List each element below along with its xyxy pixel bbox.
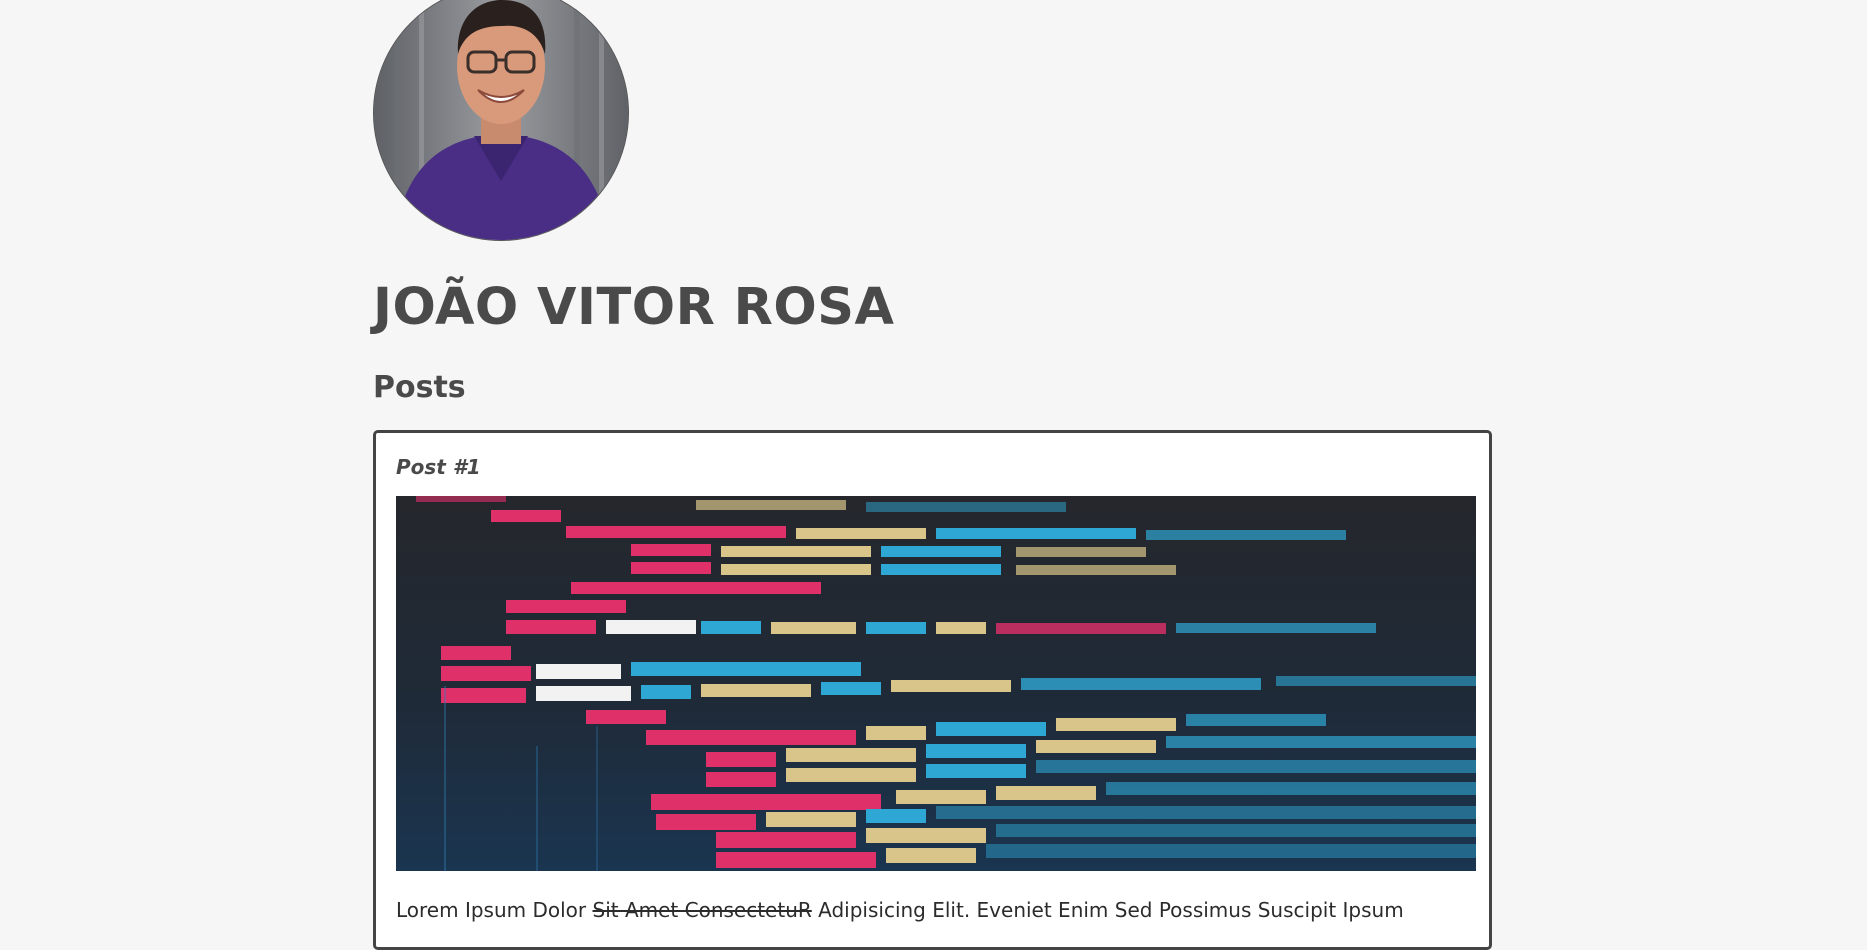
post-image	[396, 496, 1476, 871]
profile-photo	[374, 0, 628, 240]
post-title: Post #1	[396, 455, 481, 479]
post-body-start: Lorem Ipsum Dolor	[396, 898, 593, 922]
posts-heading: Posts	[373, 370, 466, 405]
post-body-end: Adipisicing Elit. Eveniet Enim Sed Possi…	[811, 898, 1404, 922]
post-card: Post #1 Lorem Ipsum Dolor Sit Amet Conse…	[373, 430, 1492, 950]
page-title: JOÃO VITOR ROSA	[373, 278, 895, 337]
code-screenshot	[396, 496, 1476, 871]
post-body: Lorem Ipsum Dolor Sit Amet ConsectetuR A…	[396, 895, 1476, 925]
post-body-strike: Sit Amet ConsectetuR	[592, 898, 812, 922]
avatar	[373, 0, 629, 241]
